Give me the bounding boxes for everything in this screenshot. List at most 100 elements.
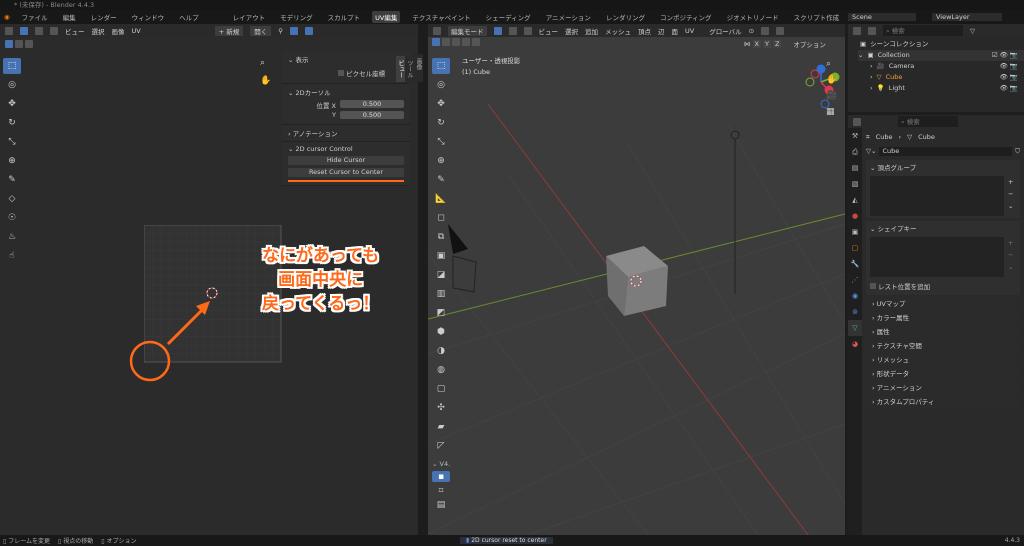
smooth-tool-icon[interactable]: ◍	[432, 362, 450, 378]
filter-icon[interactable]	[868, 26, 876, 35]
workspace-tab[interactable]: テクスチャペイント	[409, 11, 473, 23]
camera-view-icon[interactable]: 🎥	[826, 88, 837, 104]
panel-header[interactable]: ⌄ 頂点グループ	[870, 162, 1016, 172]
menu-help[interactable]: ヘルプ	[176, 11, 202, 23]
addon-cursor-icon[interactable]: ⌗	[432, 485, 450, 496]
pixel-coords-checkbox[interactable]	[338, 70, 344, 76]
poly-build-tool-icon[interactable]: ⬢	[432, 324, 450, 340]
mode-extend-icon[interactable]	[442, 38, 450, 46]
mode-subtract-icon[interactable]	[452, 38, 460, 46]
transform-tool-icon[interactable]: ⊕	[3, 153, 21, 169]
menu-vertex[interactable]: 頂点	[638, 26, 651, 36]
workspace-tab[interactable]: シェーディング	[483, 11, 534, 23]
select-box-tool-icon[interactable]: ⬚	[3, 58, 21, 74]
visibility-icons[interactable]: 👁 📷	[1000, 61, 1024, 72]
select-mode-icon[interactable]	[35, 26, 43, 35]
grab-tool-icon[interactable]: ☉	[3, 210, 21, 226]
pinch-tool-icon[interactable]: ☝	[3, 248, 21, 264]
uv-menu-uv[interactable]: UV	[132, 27, 141, 35]
modifier-tab-icon[interactable]: 🔧	[848, 256, 862, 272]
hide-cursor-button[interactable]: Hide Cursor	[288, 156, 404, 165]
scene-selector[interactable]: Scene	[848, 13, 916, 21]
workspace-tab[interactable]: ジオメトリノード	[724, 11, 782, 23]
move-tool-icon[interactable]: ✥	[432, 96, 450, 112]
cursor-tool-icon[interactable]: ◎	[3, 77, 21, 93]
panel-geometry-data[interactable]: › 形状データ	[866, 368, 1020, 381]
sidebar-tab-view[interactable]: ビュー	[396, 56, 405, 82]
mesh-icon[interactable]: ▽⌄	[866, 147, 876, 156]
rip-tool-icon[interactable]: ◇	[3, 191, 21, 207]
mirror-y-toggle[interactable]: Y	[762, 40, 771, 48]
sidebar-tab-tool[interactable]: ツール	[405, 56, 414, 82]
report-message[interactable]: ▮ 2D cursor reset to center	[460, 537, 553, 544]
shape-key-list[interactable]	[870, 237, 1004, 277]
orientation-selector[interactable]: グローバル	[709, 26, 741, 36]
workspace-tab-uv-editing[interactable]: UV編集	[372, 11, 401, 23]
pin-icon[interactable]: ⚲	[278, 27, 283, 35]
panel-animation[interactable]: › アニメーション	[866, 382, 1020, 395]
visibility-icons[interactable]: 👁 📷	[1000, 83, 1024, 94]
panel-header-control[interactable]: ⌄ 2D cursor Control	[288, 145, 404, 153]
workspace-tab[interactable]: コンポジティング	[657, 11, 715, 23]
visibility-icons[interactable]: 👁 📷	[1000, 72, 1024, 83]
scene-tab-icon[interactable]: ◭	[848, 192, 862, 208]
mode-set-icon[interactable]	[5, 39, 13, 48]
tool-tab-icon[interactable]: ⚒	[848, 128, 862, 144]
panel-header-display[interactable]: ⌄ 表示	[288, 54, 404, 64]
relax-tool-icon[interactable]: ♨	[3, 229, 21, 245]
scale-tool-icon[interactable]: ⤡	[3, 134, 21, 150]
list-controls[interactable]: + − ⌄	[1008, 176, 1016, 216]
face-select-icon[interactable]	[523, 26, 532, 35]
mode-selector[interactable]: 編集モード	[448, 25, 487, 36]
proportional-edit-icon[interactable]	[776, 26, 785, 35]
blender-logo-icon[interactable]: ◉	[4, 13, 10, 21]
rotate-tool-icon[interactable]: ↻	[432, 115, 450, 131]
uv-menu-select[interactable]: 選択	[92, 26, 105, 36]
workspace-tab[interactable]: モデリング	[277, 11, 316, 23]
editor-type-icon[interactable]	[433, 26, 441, 35]
sidebar-tab-image[interactable]: 画像	[414, 54, 423, 82]
mode-extend-icon[interactable]	[15, 39, 23, 48]
funnel-icon[interactable]: ▽	[970, 27, 975, 35]
zoom-icon[interactable]: ⌕	[260, 58, 265, 68]
pan-hand-icon[interactable]: ✋	[826, 72, 837, 88]
outliner-search[interactable]: ⌕ 検索	[883, 25, 963, 36]
menu-view[interactable]: ビュー	[539, 26, 559, 36]
snap-icon[interactable]	[761, 26, 770, 35]
panel-texture-space[interactable]: › テクスチャ空間	[866, 340, 1020, 353]
overlay-icon[interactable]	[305, 26, 313, 35]
display-mode-icon[interactable]	[853, 26, 861, 35]
edge-slide-tool-icon[interactable]: ▢	[432, 381, 450, 397]
collection-tab-icon[interactable]: ▣	[848, 224, 862, 240]
outliner-item-cube[interactable]: › ▽ Cube 👁 📷	[860, 72, 1024, 83]
menu-add[interactable]: 追加	[585, 26, 598, 36]
data-tab-icon[interactable]: ▽	[848, 320, 862, 336]
list-controls[interactable]: + − ⌄	[1008, 237, 1016, 277]
cursor-x-field[interactable]: 0.500	[340, 100, 404, 108]
pan-hand-icon[interactable]: ✋	[260, 76, 271, 86]
constraints-tab-icon[interactable]: ⊚	[848, 304, 862, 320]
loop-cut-tool-icon[interactable]: ▥	[432, 286, 450, 302]
menu-window[interactable]: ウィンドウ	[129, 11, 168, 23]
menu-file[interactable]: ファイル	[19, 11, 51, 23]
menu-render[interactable]: レンダー	[88, 11, 120, 23]
panel-uv-maps[interactable]: › UVマップ	[866, 298, 1020, 311]
select-mode-icon[interactable]	[50, 26, 58, 35]
panel-annotation[interactable]: › アノテーション	[282, 125, 410, 142]
vertex-group-list[interactable]	[870, 176, 1004, 216]
workspace-tab[interactable]: アニメーション	[543, 11, 594, 23]
panel-remesh[interactable]: › リメッシュ	[866, 354, 1020, 367]
rotate-tool-icon[interactable]: ↻	[3, 115, 21, 131]
cursor-tool-icon[interactable]: ◎	[432, 77, 450, 93]
outliner-item-camera[interactable]: › 🎥 Camera 👁 📷	[860, 61, 1024, 72]
cursor-y-field[interactable]: 0.500	[340, 111, 404, 119]
reset-cursor-button[interactable]: Reset Cursor to Center	[288, 168, 404, 177]
menu-edge[interactable]: 辺	[658, 26, 665, 36]
menu-select[interactable]: 選択	[565, 26, 578, 36]
annotate-tool-icon[interactable]: ✎	[432, 172, 450, 188]
bevel-tool-icon[interactable]: ◪	[432, 267, 450, 283]
measure-tool-icon[interactable]: 📐	[432, 191, 450, 207]
particles-tab-icon[interactable]: ⋰	[848, 272, 862, 288]
uv-menu-image[interactable]: 画像	[112, 26, 125, 36]
knife-tool-icon[interactable]: ◩	[432, 305, 450, 321]
